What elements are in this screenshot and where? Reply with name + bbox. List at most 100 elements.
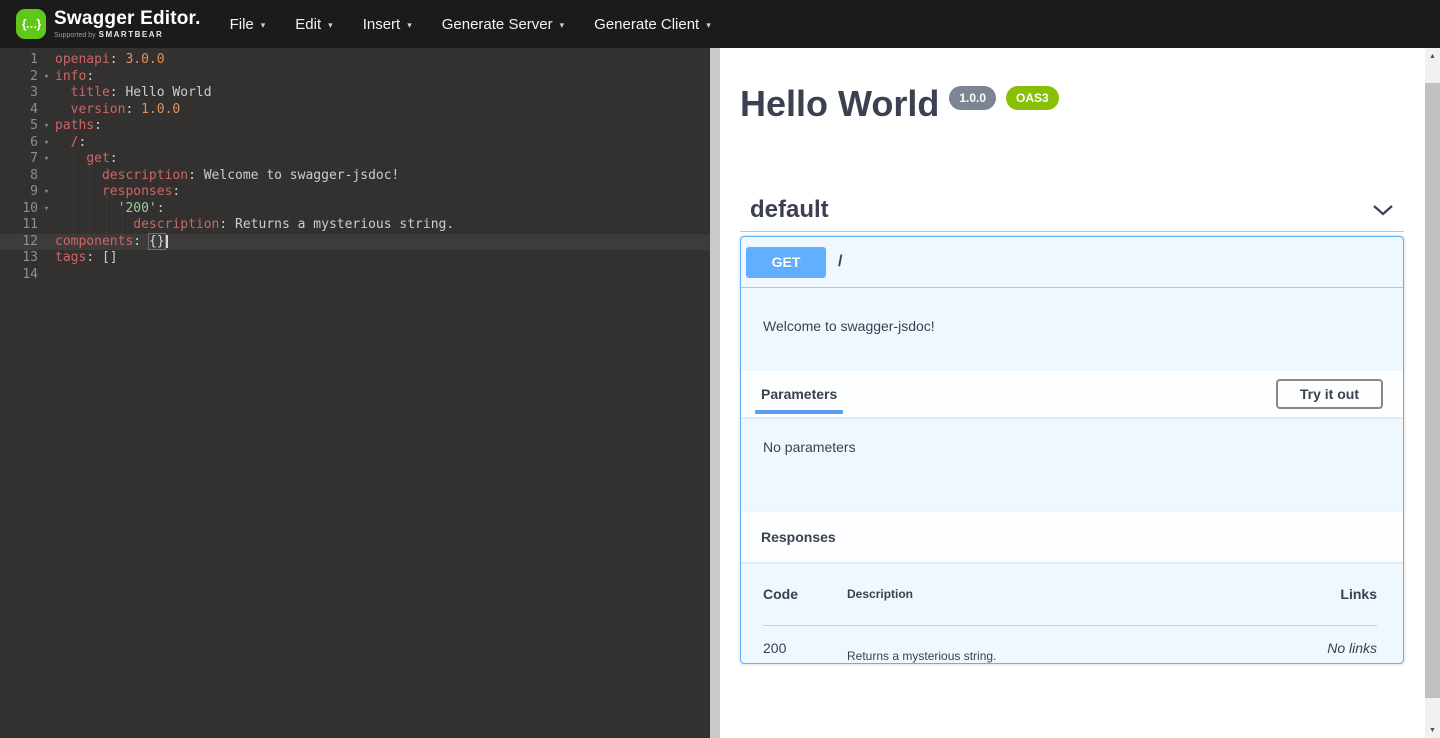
code-line-14[interactable]: 14 xyxy=(0,267,710,284)
topbar-menus: File▾Edit▾Insert▾Generate Server▾Generat… xyxy=(215,0,726,48)
tag-header-row[interactable]: default xyxy=(740,188,1404,232)
yaml-editor[interactable]: 1openapi: 3.0.02▾info:3 title: Hello Wor… xyxy=(0,48,710,738)
fold-toggle-icon[interactable]: ▾ xyxy=(38,151,55,168)
response-description: Returns a mysterious string. xyxy=(847,649,1327,663)
menu-generate-server[interactable]: Generate Server ▾ xyxy=(427,0,579,48)
fold-spacer xyxy=(38,250,55,267)
line-number: 13 xyxy=(0,250,38,267)
operation-path: / xyxy=(838,253,842,271)
code-line-9[interactable]: 9▾ responses: xyxy=(0,184,710,201)
preview-scrollbar[interactable]: ▲ ▼ xyxy=(1425,48,1440,738)
responses-title: Responses xyxy=(761,529,836,545)
caret-down-icon: ▾ xyxy=(407,20,412,31)
line-number: 8 xyxy=(0,168,38,185)
tab-parameters[interactable]: Parameters xyxy=(761,386,837,402)
operation-description: Welcome to swagger-jsdoc! xyxy=(741,288,1403,371)
code-text: openapi: 3.0.0 xyxy=(55,52,165,69)
menu-label: Generate Server xyxy=(442,16,553,33)
caret-down-icon: ▾ xyxy=(261,20,266,31)
code-text: version: 1.0.0 xyxy=(55,102,180,119)
http-method-button[interactable]: GET xyxy=(746,247,826,278)
code-text: description: Returns a mysterious string… xyxy=(55,217,454,234)
table-row: 200 Returns a mysterious string. No link… xyxy=(763,626,1377,663)
code-line-11[interactable]: 11 description: Returns a mysterious str… xyxy=(0,217,710,234)
supported-by-prefix: Supported by xyxy=(54,32,96,39)
chevron-down-icon[interactable] xyxy=(1372,203,1394,217)
fold-toggle-icon[interactable]: ▾ xyxy=(38,118,55,135)
code-line-4[interactable]: 4 version: 1.0.0 xyxy=(0,102,710,119)
code-line-1[interactable]: 1openapi: 3.0.0 xyxy=(0,52,710,69)
tag-section-default: default GET / Welcome to swagger-jsdoc! … xyxy=(740,188,1404,664)
code-line-2[interactable]: 2▾info: xyxy=(0,69,710,86)
responses-header: Responses xyxy=(741,512,1403,562)
parameters-header: Parameters Try it out xyxy=(741,371,1403,417)
line-number: 2 xyxy=(0,69,38,86)
line-number: 10 xyxy=(0,201,38,218)
responses-table-header: Code Description Links xyxy=(763,562,1377,626)
menu-label: Edit xyxy=(295,16,321,33)
col-header-description: Description xyxy=(847,587,1340,601)
code-line-7[interactable]: 7▾ get: xyxy=(0,151,710,168)
opblock-get: GET / Welcome to swagger-jsdoc! Paramete… xyxy=(740,236,1404,664)
operation-summary[interactable]: GET / xyxy=(741,237,1403,288)
code-line-13[interactable]: 13 tags: [] xyxy=(0,250,710,267)
code-line-10[interactable]: 10▾ '200': xyxy=(0,201,710,218)
fold-toggle-icon[interactable]: ▾ xyxy=(38,69,55,86)
topbar: {…} Swagger Editor. Supported bySMARTBEA… xyxy=(0,0,1440,48)
col-header-links: Links xyxy=(1340,586,1377,602)
fold-spacer xyxy=(38,234,55,251)
menu-file[interactable]: File ▾ xyxy=(215,0,281,48)
code-line-12[interactable]: 12components: {} xyxy=(0,234,710,251)
menu-edit[interactable]: Edit▾ xyxy=(280,0,347,48)
line-number: 9 xyxy=(0,184,38,201)
line-number: 7 xyxy=(0,151,38,168)
col-header-code: Code xyxy=(763,586,847,602)
menu-generate-client[interactable]: Generate Client ▾ xyxy=(579,0,726,48)
fold-toggle-icon[interactable]: ▾ xyxy=(38,201,55,218)
menu-label: File xyxy=(230,16,254,33)
fold-spacer xyxy=(38,85,55,102)
line-number: 11 xyxy=(0,217,38,234)
active-tab-underline xyxy=(755,410,843,414)
version-badge: 1.0.0 xyxy=(949,86,996,110)
code-line-6[interactable]: 6▾ /: xyxy=(0,135,710,152)
code-text: tags: [] xyxy=(55,250,118,267)
line-number: 6 xyxy=(0,135,38,152)
oas3-badge: OAS3 xyxy=(1006,86,1059,110)
scroll-up-icon[interactable]: ▲ xyxy=(1425,48,1440,64)
code-text: get: xyxy=(55,151,118,168)
code-text: paths: xyxy=(55,118,102,135)
scrollbar-thumb[interactable] xyxy=(1425,83,1440,698)
code-line-8[interactable]: 8 description: Welcome to swagger-jsdoc! xyxy=(0,168,710,185)
line-number: 12 xyxy=(0,234,38,251)
code-line-3[interactable]: 3 title: Hello World xyxy=(0,85,710,102)
supported-by: Supported bySMARTBEAR xyxy=(54,31,201,39)
scroll-down-icon[interactable]: ▼ xyxy=(1425,722,1440,738)
menu-insert[interactable]: Insert ▾ xyxy=(348,0,427,48)
fold-spacer xyxy=(38,102,55,119)
menu-label: Generate Client xyxy=(594,16,699,33)
response-code: 200 xyxy=(763,640,847,656)
line-number: 3 xyxy=(0,85,38,102)
main-split: 1openapi: 3.0.02▾info:3 title: Hello Wor… xyxy=(0,48,1440,738)
caret-down-icon: ▾ xyxy=(560,20,565,31)
code-text: responses: xyxy=(55,184,180,201)
fold-spacer xyxy=(38,168,55,185)
tag-name: default xyxy=(750,196,829,224)
brand-block: Swagger Editor. Supported bySMARTBEAR xyxy=(54,9,201,39)
fold-spacer xyxy=(38,217,55,234)
line-number: 14 xyxy=(0,267,38,284)
code-line-5[interactable]: 5▾paths: xyxy=(0,118,710,135)
menu-label: Insert xyxy=(363,16,401,33)
responses-table: Code Description Links 200 Returns a mys… xyxy=(763,562,1377,663)
api-title: Hello World xyxy=(740,84,939,124)
try-it-out-button[interactable]: Try it out xyxy=(1276,379,1383,409)
pane-splitter[interactable] xyxy=(710,48,720,738)
fold-toggle-icon[interactable]: ▾ xyxy=(38,184,55,201)
code-text: description: Welcome to swagger-jsdoc! xyxy=(55,168,399,185)
no-parameters-text: No parameters xyxy=(763,439,856,455)
smartbear-logo-text: SMARTBEAR xyxy=(99,30,164,39)
fold-toggle-icon[interactable]: ▾ xyxy=(38,135,55,152)
caret-down-icon: ▾ xyxy=(706,20,711,31)
code-text: title: Hello World xyxy=(55,85,212,102)
